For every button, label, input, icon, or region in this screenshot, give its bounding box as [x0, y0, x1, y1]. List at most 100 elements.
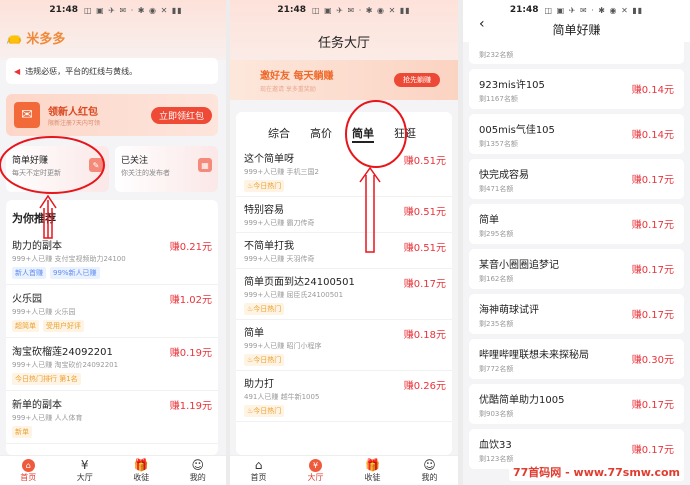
site-watermark: 77首码网 - www.77smw.com	[509, 463, 684, 481]
list-item[interactable]: 005mis气佳105 剩1357名额 赚0.14元	[469, 114, 684, 154]
task-price: 赚0.17元	[403, 279, 446, 290]
task-sub: 999+人已赚 手机三国2	[244, 168, 319, 176]
task-price: 赚0.17元	[631, 400, 674, 411]
page-title: 任务大厅	[317, 36, 370, 51]
list-item[interactable]: 助力打 491人已赚 越牛新1005 赚0.26元 ♨今日热门	[236, 371, 452, 422]
list-item[interactable]: 简单 999+人已赚 昭门小程序 赚0.18元 ♨今日热门	[236, 320, 452, 371]
task-price: 赚0.18元	[403, 330, 446, 341]
home-screen: 21:48 ◫ ▣ ✈ ✉ · ✱ ◉ ✕ ▮▮ 👝 米多多 ◀ 违规必惩，平台的红线…	[0, 0, 226, 485]
tab-all[interactable]: 综合	[268, 125, 290, 146]
task-price: 赚0.51元	[403, 243, 446, 254]
app-logo: 👝 米多多	[6, 20, 226, 47]
nav-mine[interactable]: ☺ 我的	[401, 456, 458, 485]
recommend-title: 为你推荐	[12, 212, 56, 225]
list-item[interactable]: 特别容易 999+人已赚 霸刀传奇 赚0.51元	[236, 197, 452, 233]
task-tag: 受用户好评	[43, 320, 84, 332]
task-price: 赚0.51元	[403, 207, 446, 218]
recommend-section: 为你推荐 助力的副本 999+人已赚 支付宝视频助力24100 赚0.21元 新人首赚…	[6, 200, 218, 455]
list-item[interactable]: 简单 剩295名额 赚0.17元	[469, 204, 684, 244]
notice-bar[interactable]: ◀ 违规必惩，平台的红线与黄线。	[6, 58, 218, 84]
list-item[interactable]: 这个简单呀 999+人已赚 手机三国2 赚0.51元 ♨今日热门	[236, 146, 452, 197]
following-card[interactable]: 已关注 你关注的发布者 ▦	[115, 146, 218, 192]
hot-text: 今日热门	[253, 407, 282, 415]
nav-hall[interactable]: ¥ 大厅	[287, 456, 344, 485]
nav-apprentice[interactable]: 🎁 收徒	[113, 456, 170, 485]
task-tag: 今日热门排行 第1名	[12, 373, 81, 385]
gift-box-icon: ✉	[14, 102, 40, 128]
list-item[interactable]: 火乐园 999+人已赚 火乐园 赚1.02元 超简单 受用户好评	[6, 285, 218, 338]
task-list: 综合 高价 简单 狂逛 这个简单呀 999+人已赚 手机三国2 赚0.51元 ♨今日热…	[236, 112, 452, 455]
bottom-nav: ⌂ 首页 ¥ 大厅 🎁 收徒 ☺ 我的	[230, 455, 458, 485]
nav-home[interactable]: ⌂ 首页	[230, 456, 287, 485]
tab-browse[interactable]: 狂逛	[394, 125, 416, 146]
task-price: 赚0.17元	[631, 310, 674, 321]
task-sub: 999+人已赚 屈臣氏24100501	[244, 291, 344, 299]
list-item[interactable]: 923mis许105 剩1167名额 赚0.14元	[469, 69, 684, 109]
redpacket-sub: 限新注册7天内可领	[48, 120, 100, 127]
nav-label: 大厅	[76, 472, 93, 482]
list-item[interactable]: 淘宝砍榴莲24092201 999+人已赚 淘宝砍价24092201 赚0.19元今…	[6, 338, 218, 391]
task-sub: 999+人已赚 霸刀传奇	[244, 219, 315, 227]
task-sub: 999+人已赚 火乐园	[12, 308, 76, 316]
back-icon[interactable]: ‹	[479, 16, 485, 32]
status-time: 21:48	[277, 5, 307, 15]
task-price: 赚0.17元	[631, 265, 674, 276]
tab-simple[interactable]: 简单	[352, 125, 374, 143]
easy-earn-header: 21:48 ◫ ▣ ✈ ✉ · ✱ ◉ ✕ ▮▮ ‹ 简单好赚	[463, 0, 690, 42]
task-sub: 999+人已赚 昭门小程序	[244, 342, 322, 350]
speaker-icon: ◀	[14, 66, 21, 76]
nav-apprentice[interactable]: 🎁 收徒	[344, 456, 401, 485]
list-item[interactable]: 快完成容易 剩471名额 赚0.17元	[469, 159, 684, 199]
hot-tag: ♨今日热门	[244, 180, 285, 192]
task-price: 赚0.30元	[631, 355, 674, 366]
yen-icon: ¥	[309, 458, 322, 472]
task-sub: 999+人已赚 淘宝砍价24092201	[12, 361, 119, 369]
task-sub: 999+人已赚 人人体育	[12, 414, 83, 422]
gift-icon: 🎁	[133, 457, 149, 472]
list-item[interactable]: 剩232名额	[469, 42, 684, 64]
list-item[interactable]: 海神萌球试评 剩235名额 赚0.17元	[469, 294, 684, 334]
tab-high-price[interactable]: 高价	[310, 125, 332, 146]
invite-button[interactable]: 抢先躺赚	[394, 73, 440, 87]
list-item[interactable]: 新单的副本 999+人已赚 人人体育 赚1.19元 新单	[6, 391, 218, 444]
list-item[interactable]: 不简单打我 999+人已赚 天羽传奇 赚0.51元	[236, 233, 452, 269]
task-price: 赚0.21元	[169, 242, 212, 253]
invite-banner[interactable]: 邀好友 每天躺赚 现在邀请 享多重奖励 抢先躺赚	[230, 60, 458, 100]
bottom-nav: ⌂ 首页 ¥ 大厅 🎁 收徒 ☺ 我的	[0, 455, 226, 485]
hot-tag: ♨今日热门	[244, 303, 285, 315]
easy-task-list: 剩232名额 923mis许105 剩1167名额 赚0.14元 005mis气佳1…	[469, 42, 684, 485]
easy-earn-card[interactable]: 简单好赚 每天不定时更新 ✎	[6, 146, 109, 192]
nav-label: 我的	[189, 472, 206, 482]
easy-earn-icon: ✎	[89, 158, 103, 172]
nav-label: 收徒	[364, 472, 381, 482]
task-price: 赚0.17元	[631, 445, 674, 456]
list-item[interactable]: 某音小圈圈追梦记 剩162名额 赚0.17元	[469, 249, 684, 289]
nav-label: 首页	[20, 472, 37, 482]
task-tag: 新人首赚	[12, 267, 46, 279]
nav-label: 首页	[250, 472, 267, 482]
list-item[interactable]: 优酷简单助力1005 剩903名额 赚0.17元	[469, 384, 684, 424]
nav-label: 大厅	[307, 472, 324, 482]
nav-hall[interactable]: ¥ 大厅	[57, 456, 114, 485]
task-sub: 491人已赚 越牛新1005	[244, 393, 320, 401]
user-icon: ☺	[191, 457, 204, 472]
task-price: 赚1.02元	[169, 295, 212, 306]
task-tag: 新单	[12, 426, 32, 438]
task-tag: 99%新人已赚	[50, 267, 100, 279]
list-item[interactable]: 助力的副本 999+人已赚 支付宝视频助力24100 赚0.21元 新人首赚 99%新人…	[6, 232, 218, 285]
claim-redpacket-button[interactable]: 立即领红包	[150, 107, 212, 124]
gift-icon: 🎁	[365, 457, 380, 472]
nav-mine[interactable]: ☺ 我的	[170, 456, 227, 485]
list-item[interactable]: 哔哩哔哩联想未来探秘局 剩772名额 赚0.30元	[469, 339, 684, 379]
yen-icon: ¥	[80, 457, 89, 472]
list-item[interactable]: 简单页面到达24100501 999+人已赚 屈臣氏24100501 赚0.17元 ♨…	[236, 269, 452, 320]
new-user-redpacket-banner[interactable]: ✉ 领新人红包限新注册7天内可领 立即领红包	[6, 94, 218, 136]
nav-home[interactable]: ⌂ 首页	[0, 456, 57, 485]
hot-text: 今日热门	[253, 356, 282, 364]
task-price: 赚0.17元	[631, 175, 674, 186]
easy-earn-screen: 21:48 ◫ ▣ ✈ ✉ · ✱ ◉ ✕ ▮▮ ‹ 简单好赚 剩232名额 92…	[463, 0, 690, 485]
redpacket-title: 领新人红包	[48, 107, 98, 118]
task-sub: 999+人已赚 支付宝视频助力24100	[12, 255, 126, 263]
hot-tag: ♨今日热门	[244, 354, 285, 366]
user-icon: ☺	[423, 457, 436, 472]
